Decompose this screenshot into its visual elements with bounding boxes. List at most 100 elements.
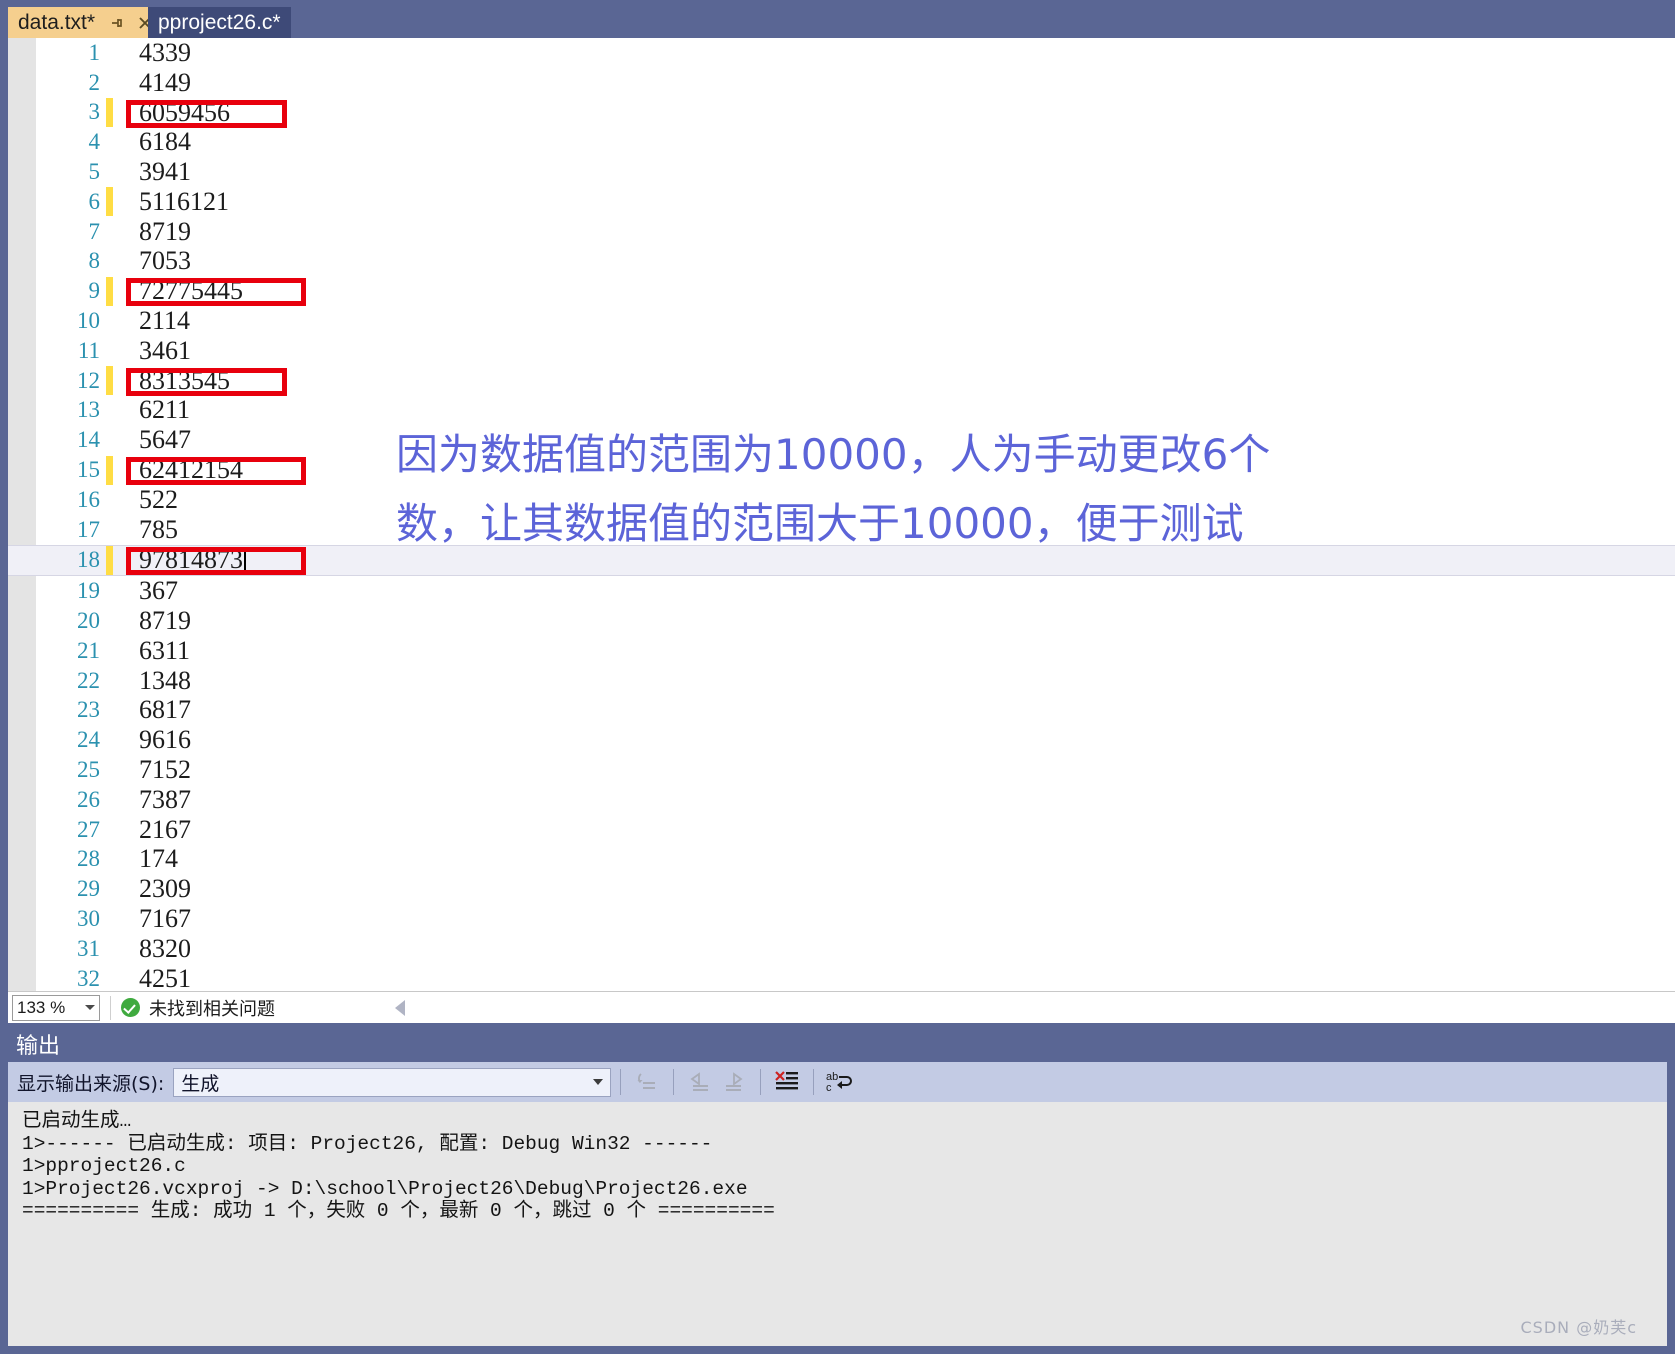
change-marker — [106, 366, 113, 396]
code-line[interactable]: 15 62412154 — [8, 455, 1675, 485]
change-marker-empty — [106, 158, 113, 187]
code-line-text: 8719 — [139, 606, 191, 636]
code-line-text: 9616 — [139, 725, 191, 755]
code-line[interactable]: 32 4251 — [8, 964, 1675, 991]
change-marker-empty — [106, 396, 113, 425]
pin-icon[interactable] — [109, 15, 125, 31]
code-line[interactable]: 1 4339 — [8, 38, 1675, 68]
navigate-forward-button[interactable] — [717, 1067, 751, 1097]
tab-data-txt[interactable]: data.txt* — [8, 7, 164, 38]
toolbar-divider — [760, 1069, 762, 1095]
output-source-value: 生成 — [181, 1072, 220, 1095]
line-number: 20 — [77, 608, 100, 634]
change-marker — [106, 97, 113, 127]
code-line-text: 62412154 — [139, 455, 243, 485]
change-marker-empty — [106, 68, 113, 97]
code-line[interactable]: 4 6184 — [8, 127, 1675, 157]
line-number: 18 — [77, 547, 100, 573]
code-line[interactable]: 20 8719 — [8, 606, 1675, 636]
line-number: 21 — [77, 637, 100, 663]
code-line[interactable]: 22 1348 — [8, 666, 1675, 696]
zoom-level-combobox[interactable]: 133 % — [12, 994, 100, 1021]
code-line[interactable]: 14 5647 — [8, 425, 1675, 455]
code-line[interactable]: 31 8320 — [8, 934, 1675, 964]
code-line[interactable]: 25 7152 — [8, 755, 1675, 785]
line-number: 22 — [77, 667, 100, 693]
code-line-text: 7387 — [139, 784, 191, 814]
chevron-down-icon[interactable] — [85, 1005, 95, 1010]
code-line-text: 3461 — [139, 335, 191, 365]
toggle-word-wrap-button[interactable]: ab c — [823, 1067, 857, 1097]
change-marker-empty — [106, 845, 113, 874]
change-marker — [106, 455, 113, 485]
code-line-text: 6059456 — [139, 97, 230, 127]
text-editor[interactable]: 1 4339 2 4149 3 6059456 4 6184 5 3941 6 5116121 7 871… — [8, 38, 1675, 991]
change-marker-empty — [106, 485, 113, 514]
output-tool-window: 输出 显示输出来源(S): 生成 ab c 已启动生成… 1>------ 已启… — [0, 1026, 1675, 1354]
code-line[interactable]: 18 97814873 — [8, 544, 1675, 577]
clear-all-icon — [775, 1071, 799, 1090]
navigate-back-button[interactable] — [683, 1067, 717, 1097]
output-source-select[interactable]: 生成 — [173, 1067, 612, 1097]
code-line[interactable]: 2 4149 — [8, 68, 1675, 98]
line-number: 29 — [77, 876, 100, 902]
change-marker-empty — [106, 785, 113, 814]
code-line[interactable]: 8 7053 — [8, 246, 1675, 277]
change-marker-empty — [106, 515, 113, 544]
code-line-text: 4149 — [139, 67, 191, 97]
code-line[interactable]: 6 5116121 — [8, 187, 1675, 217]
code-line[interactable]: 5 3941 — [8, 157, 1675, 187]
code-line-text: 174 — [139, 844, 178, 874]
output-title-bar: 输出 — [0, 1026, 1675, 1062]
code-line[interactable]: 26 7387 — [8, 785, 1675, 815]
code-line[interactable]: 3 6059456 — [8, 98, 1675, 128]
code-line[interactable]: 21 6311 — [8, 636, 1675, 666]
line-number: 30 — [77, 906, 100, 931]
go-to-source-button[interactable] — [630, 1067, 664, 1097]
code-line-text: 6184 — [139, 127, 191, 157]
code-line[interactable]: 28 174 — [8, 844, 1675, 875]
code-line[interactable]: 17 785 — [8, 515, 1675, 545]
watermark: CSDN @奶芙c — [1520, 1318, 1637, 1337]
code-line[interactable]: 9 72775445 — [8, 276, 1675, 306]
code-line-text: 2167 — [139, 814, 191, 844]
code-line[interactable]: 16 522 — [8, 485, 1675, 515]
code-line[interactable]: 24 9616 — [8, 725, 1675, 755]
line-number: 24 — [77, 727, 100, 753]
toolbar-divider — [673, 1069, 675, 1095]
change-marker-empty — [106, 756, 113, 785]
change-marker-empty — [106, 964, 113, 991]
line-number: 7 — [88, 218, 101, 244]
code-line-text: 7053 — [139, 246, 191, 276]
change-marker-empty — [106, 696, 113, 725]
code-line[interactable]: 29 2309 — [8, 874, 1675, 904]
scroll-left-arrow-icon[interactable] — [395, 999, 405, 1016]
line-number: 6 — [88, 188, 101, 214]
code-line-text: 785 — [139, 514, 178, 544]
code-line[interactable]: 27 2167 — [8, 815, 1675, 845]
line-number: 32 — [77, 965, 100, 991]
code-line[interactable]: 12 8313545 — [8, 366, 1675, 396]
change-marker-empty — [106, 905, 113, 934]
code-line[interactable]: 13 6211 — [8, 395, 1675, 426]
change-marker-empty — [106, 726, 113, 755]
editor-status-bar: 133 % 未找到相关问题 — [8, 991, 1675, 1023]
line-number: 14 — [77, 427, 100, 453]
code-line[interactable]: 11 3461 — [8, 336, 1675, 366]
change-marker-empty — [106, 607, 113, 636]
clear-all-button[interactable] — [770, 1067, 804, 1097]
code-line[interactable]: 23 6817 — [8, 695, 1675, 726]
output-panel-title: 输出 — [16, 1034, 61, 1059]
chevron-down-icon[interactable] — [593, 1079, 604, 1085]
code-line[interactable]: 7 8719 — [8, 217, 1675, 247]
code-line[interactable]: 30 7167 — [8, 904, 1675, 934]
code-line[interactable]: 10 2114 — [8, 306, 1675, 336]
code-line-text: 2114 — [139, 306, 191, 336]
output-toolbar: 显示输出来源(S): 生成 ab c — [8, 1062, 1667, 1102]
code-line-text: 367 — [139, 576, 178, 606]
code-line-text: 6311 — [139, 635, 191, 665]
line-number: 8 — [88, 248, 101, 274]
tab-pproject26-c[interactable]: pproject26.c* — [148, 7, 291, 38]
code-line[interactable]: 19 367 — [8, 576, 1675, 606]
visual-studio-window: data.txt* pproject26.c* 1 4339 2 4149 3 60594… — [0, 0, 1675, 1354]
